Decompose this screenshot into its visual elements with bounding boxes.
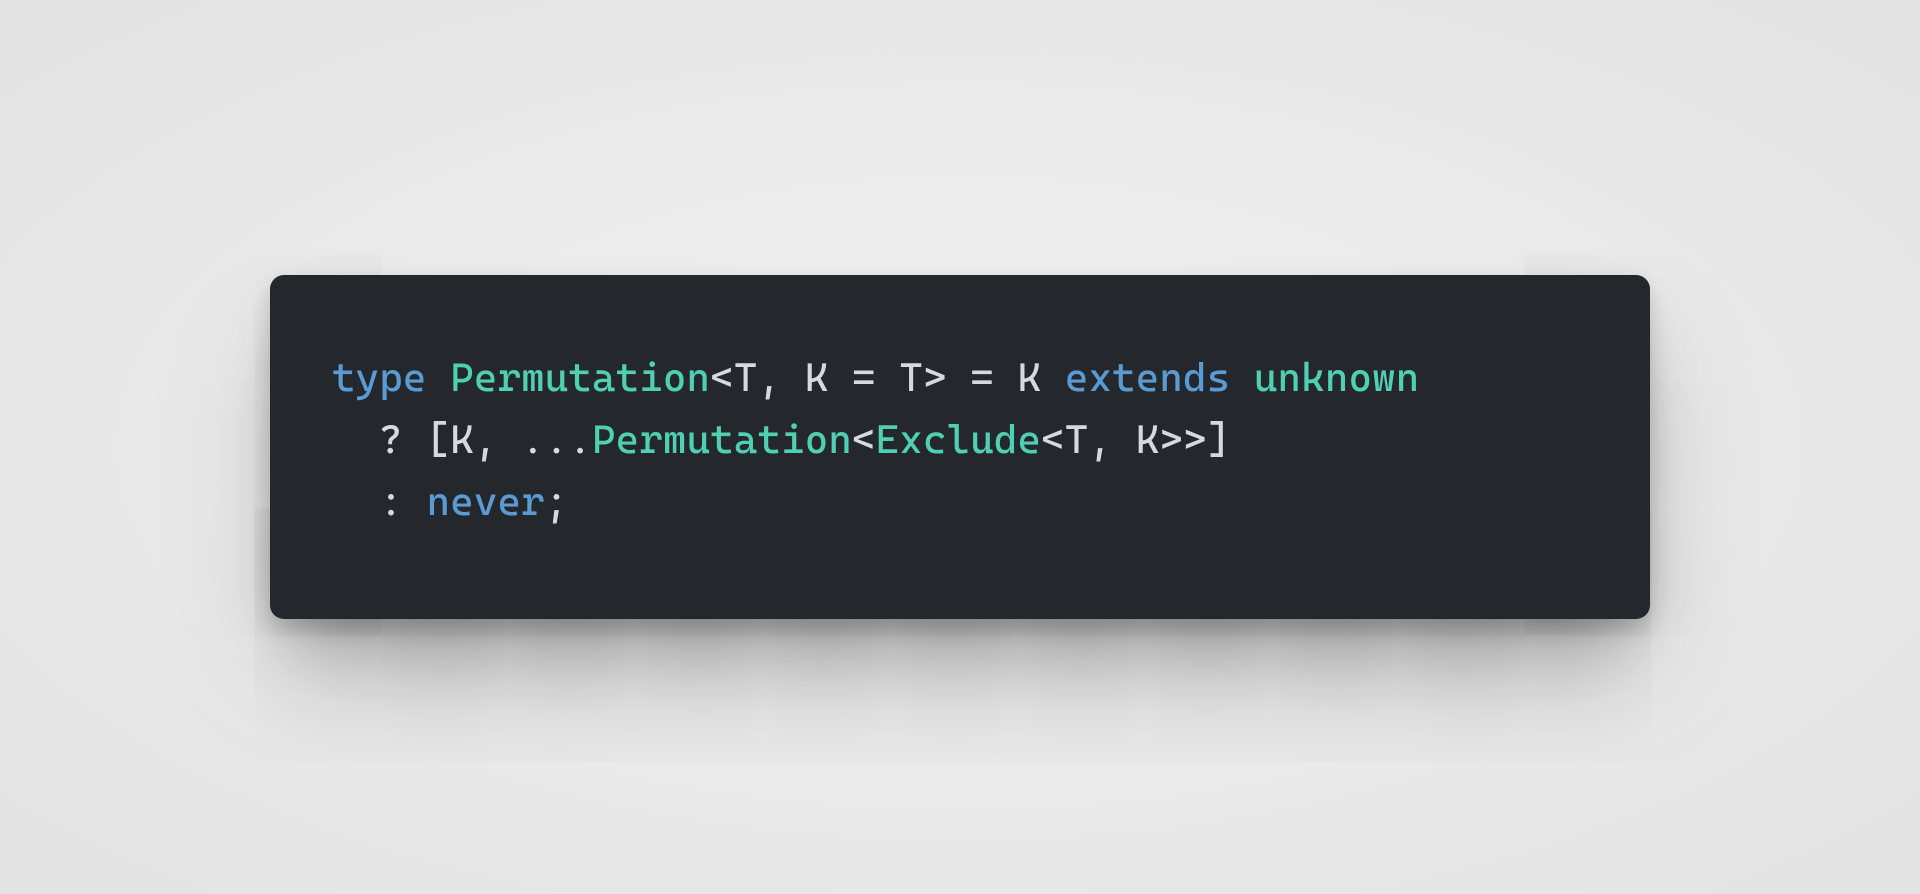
code-token: extends <box>1065 355 1230 401</box>
code-token: : <box>332 479 427 525</box>
code-token: > = <box>923 355 1018 401</box>
code-token: < <box>1041 417 1065 463</box>
code-token: , <box>1088 417 1135 463</box>
code-card: type Permutation<T, K = T> = K extends u… <box>270 275 1650 619</box>
code-token: < <box>852 417 876 463</box>
code-token <box>1041 355 1065 401</box>
code-token <box>1230 355 1254 401</box>
code-token: Permutation <box>450 355 710 401</box>
code-token: K <box>1136 417 1160 463</box>
code-token: = <box>828 355 899 401</box>
code-token: T <box>1065 417 1089 463</box>
code-token: unknown <box>1254 355 1419 401</box>
code-block[interactable]: type Permutation<T, K = T> = K extends u… <box>332 347 1588 533</box>
code-token: never <box>427 479 545 525</box>
page-stage: type Permutation<T, K = T> = K extends u… <box>0 0 1920 894</box>
code-token: Permutation <box>592 417 852 463</box>
code-token: , ... <box>474 417 592 463</box>
code-token: >>] <box>1159 417 1230 463</box>
code-token: T <box>734 355 758 401</box>
code-token: Exclude <box>876 417 1041 463</box>
code-token: , <box>757 355 804 401</box>
code-token: K <box>450 417 474 463</box>
code-token: ? [ <box>332 417 450 463</box>
code-token: ; <box>545 479 569 525</box>
code-token: < <box>710 355 734 401</box>
code-token: K <box>1018 355 1042 401</box>
code-token: K <box>805 355 829 401</box>
code-token: type <box>332 355 450 401</box>
code-token: T <box>899 355 923 401</box>
